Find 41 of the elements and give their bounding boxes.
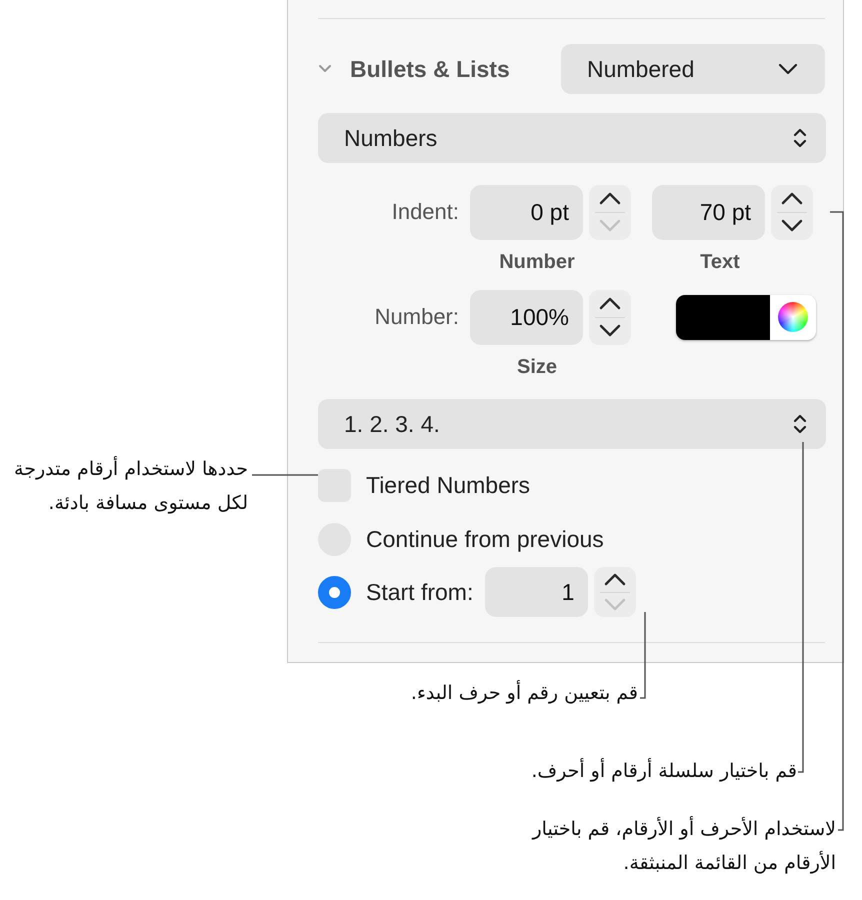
chevron-up-icon bbox=[598, 296, 622, 310]
stepper[interactable] bbox=[589, 184, 631, 240]
callout-text: قم بتعيين رقم أو حرف البدء. bbox=[410, 679, 638, 706]
color-wheel-icon bbox=[778, 302, 808, 332]
stepper[interactable] bbox=[594, 567, 636, 617]
color-well[interactable] bbox=[676, 294, 816, 340]
text-indent-field[interactable]: 70 pt bbox=[652, 184, 765, 240]
chevron-up-icon bbox=[598, 191, 622, 205]
field-caption: Number bbox=[499, 251, 575, 274]
number-size-label: Number: bbox=[374, 304, 460, 330]
number-format-popup[interactable]: 1. 2. 3. 4. bbox=[318, 399, 826, 449]
field-caption: Size bbox=[516, 356, 558, 379]
section-title: Bullets & Lists bbox=[350, 56, 510, 82]
radio-label: Start from: bbox=[366, 578, 474, 606]
style-popup[interactable]: Numbered bbox=[561, 44, 825, 94]
callout-text: حددها لاستخدام أرقام متدرجة لكل مستوى مسافة بادئة. bbox=[13, 455, 248, 516]
stepper[interactable] bbox=[771, 184, 813, 240]
number-indent-field[interactable]: 0 pt bbox=[470, 184, 583, 240]
list-type-popup[interactable]: Numbers bbox=[318, 113, 826, 163]
chevron-down-icon bbox=[318, 64, 332, 74]
up-down-chevron-icon bbox=[792, 127, 808, 149]
chevron-down-icon bbox=[598, 219, 622, 233]
chevron-up-icon bbox=[603, 572, 628, 586]
leader-line bbox=[252, 474, 318, 476]
callout-text: لاستخدام الأحرف أو الأرقام، قم باختيار الأرقام من القائمة المنبثقة. bbox=[530, 815, 836, 876]
chevron-down-icon bbox=[777, 62, 799, 76]
radio-button[interactable] bbox=[318, 576, 351, 608]
field-caption: Text bbox=[700, 251, 740, 274]
checkbox[interactable] bbox=[318, 468, 351, 502]
chevron-down-icon bbox=[603, 598, 628, 612]
callout-text: قم باختيار سلسلة أرقام أو أحرف. bbox=[531, 757, 797, 784]
chevron-down-icon bbox=[598, 324, 622, 338]
chevron-down-icon bbox=[780, 219, 804, 233]
radio-label: Continue from previous bbox=[366, 526, 604, 552]
number-size-field[interactable]: 100% bbox=[470, 290, 583, 344]
start-number-field[interactable]: 1 bbox=[485, 567, 588, 617]
chevron-up-icon bbox=[780, 191, 804, 205]
indent-label: Indent: bbox=[390, 199, 460, 225]
stepper[interactable] bbox=[589, 290, 631, 344]
up-down-chevron-icon bbox=[792, 413, 808, 435]
checkbox-label: Tiered Numbers bbox=[366, 472, 530, 498]
